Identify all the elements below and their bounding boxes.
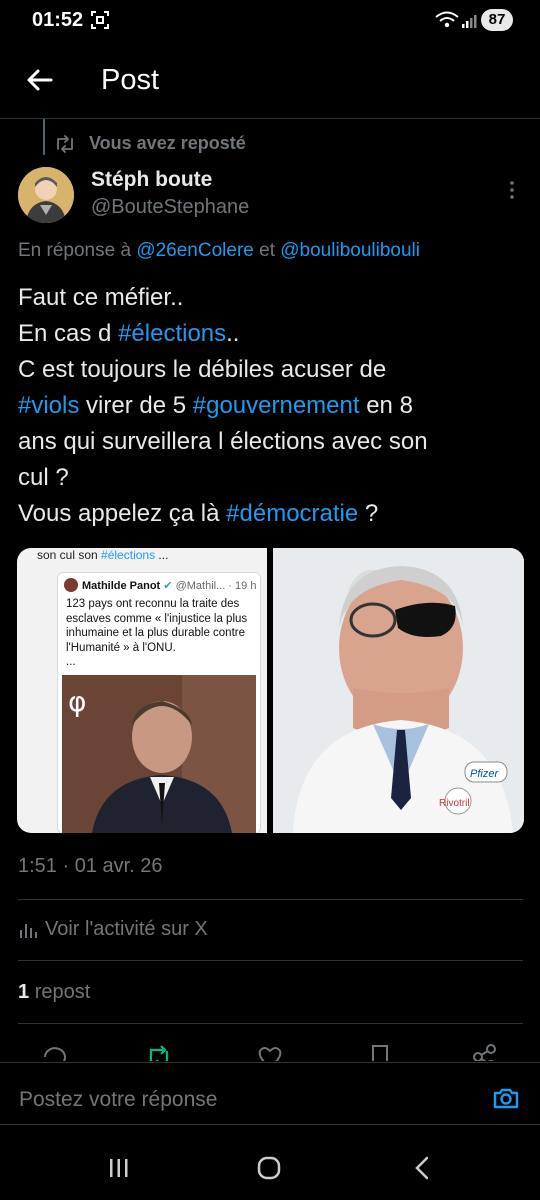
analytics-icon[interactable]	[18, 920, 38, 940]
status-bar: 01:52 87	[0, 0, 540, 40]
post-line: ans qui surveillera l élections avec son	[18, 428, 428, 455]
party-logo: φ	[68, 685, 86, 718]
mention-link[interactable]: @26enColere	[136, 240, 254, 261]
home-icon[interactable]	[256, 1155, 282, 1181]
post-line: C est toujours le débiles acuser de	[18, 356, 387, 383]
quoted-photo: φ	[62, 675, 256, 833]
wifi-icon	[435, 11, 459, 28]
reply-input[interactable]	[17, 1087, 461, 1113]
image-top-text: son cul son #élections ...	[37, 548, 169, 562]
mention-link[interactable]: @bouliboulibouli	[280, 240, 420, 261]
avatar-image	[18, 167, 74, 223]
repost-count[interactable]: 1 repost	[18, 981, 90, 1004]
recent-apps-icon[interactable]	[107, 1156, 131, 1180]
like-icon[interactable]	[256, 1043, 284, 1061]
arrow-left-icon[interactable]	[24, 64, 56, 96]
avatar[interactable]	[18, 167, 74, 223]
thread-line	[43, 119, 45, 155]
post-media: son cul son #élections ... Mathilde Pano…	[17, 548, 524, 833]
camera-icon[interactable]	[492, 1084, 520, 1112]
media-image-doctor[interactable]: Pfizer Rivotril	[273, 548, 524, 833]
quoted-tweet-card: Mathilde Panot ✔ @Mathil... · 19 h 123 p…	[57, 572, 261, 833]
view-activity-link[interactable]: Voir l'activité sur X	[45, 918, 208, 941]
hashtag-link[interactable]: #gouvernement	[193, 392, 360, 419]
reply-to-conj: et	[259, 240, 275, 261]
divider	[18, 899, 523, 900]
hashtag-link[interactable]: #démocratie	[226, 500, 358, 527]
post-line: #viols virer de 5 #gouvernement en 8	[18, 392, 413, 419]
reply-icon[interactable]	[41, 1043, 69, 1061]
divider	[18, 960, 523, 961]
quoted-author: Mathilde Panot ✔ @Mathil... · 19 h	[82, 580, 257, 592]
post-line: En cas d #élections..	[18, 320, 240, 347]
battery-indicator: 87	[481, 9, 513, 31]
post-line: cul ?	[18, 464, 69, 491]
hashtag-link[interactable]: #viols	[18, 392, 79, 419]
repost-icon	[57, 135, 73, 153]
quoted-text: 123 pays ont reconnu la traite des escla…	[66, 598, 248, 668]
author-handle[interactable]: @BouteStephane	[91, 196, 249, 219]
portrait-illustration: φ	[62, 675, 256, 833]
post-body: Faut ce méfier.. En cas d #élections.. C…	[18, 280, 523, 532]
header-divider	[0, 118, 540, 119]
signal-icon	[462, 15, 477, 28]
quoted-avatar	[64, 578, 78, 592]
divider	[0, 1124, 540, 1125]
hashtag-link[interactable]: #élections	[118, 320, 226, 347]
repost-context: Vous avez reposté	[89, 133, 246, 153]
post-timestamp: 1:51 · 01 avr. 26	[18, 855, 163, 877]
post-line: Vous appelez ça là #démocratie ?	[18, 500, 379, 527]
page-title: Post	[101, 64, 160, 96]
pfizer-badge: Pfizer	[470, 768, 499, 780]
reply-to-prefix: En réponse à	[18, 240, 132, 261]
screenshot-icon	[91, 11, 109, 29]
reply-to-line: En réponse à @26enColere et @bouliboulib…	[18, 240, 420, 262]
post-line: Faut ce méfier..	[18, 284, 184, 311]
repost-action-icon[interactable]	[145, 1043, 173, 1061]
media-image-screenshot[interactable]: son cul son #élections ... Mathilde Pano…	[17, 548, 267, 833]
more-vertical-icon[interactable]	[500, 178, 524, 202]
rivotril-label: Rivotril	[439, 798, 470, 809]
nav-back-icon[interactable]	[410, 1155, 434, 1181]
author-name[interactable]: Stéph boute	[91, 168, 212, 192]
divider	[18, 1023, 523, 1024]
status-time: 01:52	[32, 9, 84, 31]
share-icon[interactable]	[471, 1043, 499, 1061]
doctor-photo: Pfizer Rivotril	[273, 548, 524, 833]
bookmark-icon[interactable]	[366, 1043, 394, 1061]
